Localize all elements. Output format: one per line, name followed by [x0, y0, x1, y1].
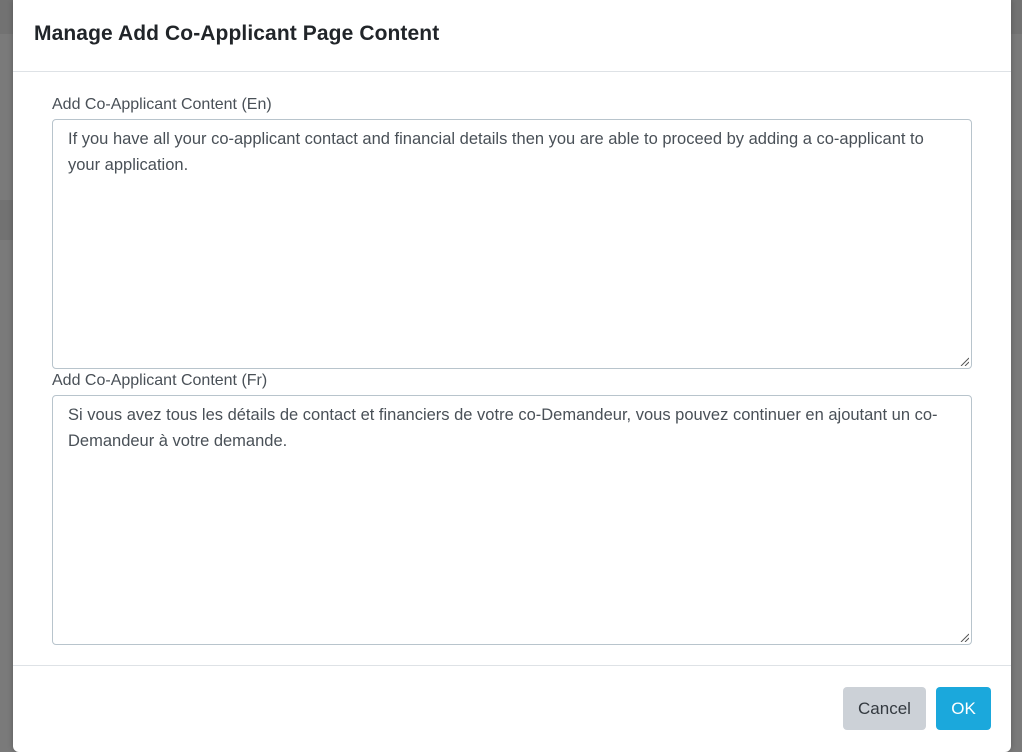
ok-button[interactable]: OK	[936, 687, 991, 730]
cancel-button[interactable]: Cancel	[843, 687, 926, 730]
content-fr-label: Add Co-Applicant Content (Fr)	[52, 372, 268, 389]
content-fr-text: Si vous avez tous les détails de contact…	[68, 406, 938, 450]
content-en-textarea[interactable]: If you have all your co-applicant contac…	[52, 119, 972, 369]
modal-footer: Cancel OK	[13, 665, 1011, 752]
resize-grip-icon[interactable]	[959, 356, 969, 366]
content-en-text: If you have all your co-applicant contac…	[68, 130, 924, 174]
modal-title: Manage Add Co-Applicant Page Content	[34, 22, 440, 45]
content-fr-textarea[interactable]: Si vous avez tous les détails de contact…	[52, 395, 972, 645]
modal-dialog: Manage Add Co-Applicant Page Content Add…	[13, 0, 1011, 752]
content-en-label: Add Co-Applicant Content (En)	[52, 96, 272, 113]
resize-grip-icon[interactable]	[959, 632, 969, 642]
modal-header: Manage Add Co-Applicant Page Content	[13, 0, 1011, 72]
